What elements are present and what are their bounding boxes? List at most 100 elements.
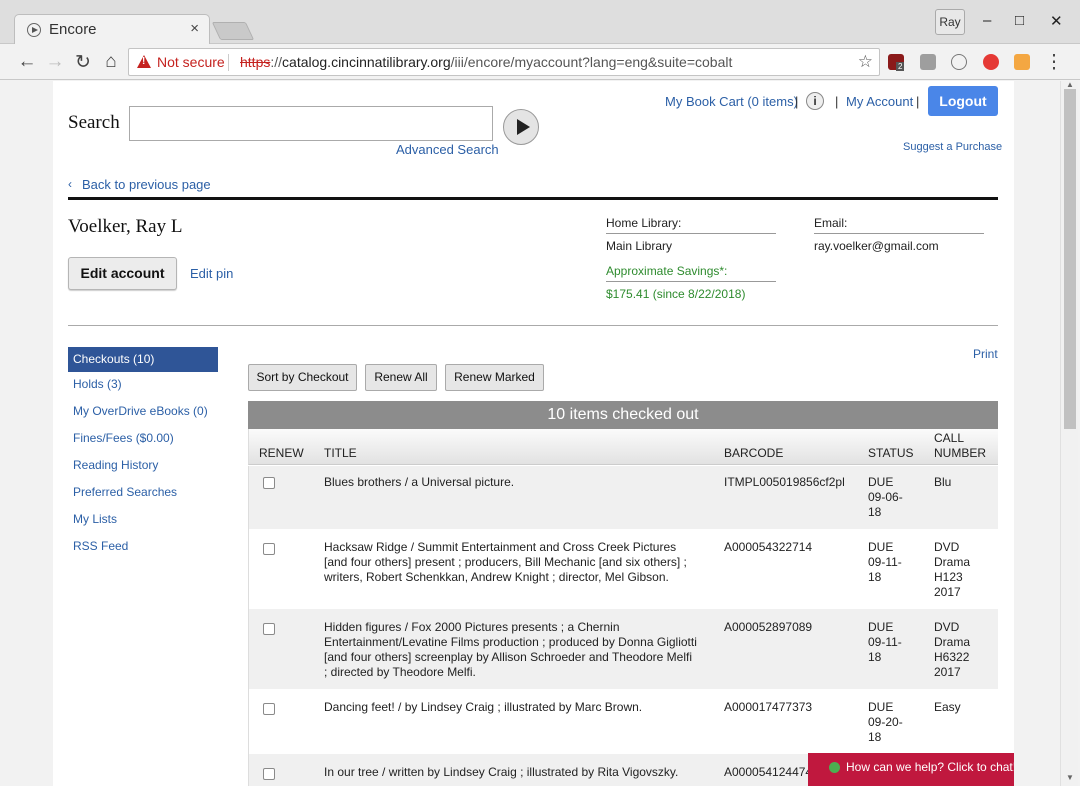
ublock-extension-icon[interactable]: 2 (888, 54, 905, 71)
item-title-link[interactable]: [and four others] present ; producers, B… (324, 555, 687, 570)
my-account-link[interactable]: My Account (846, 94, 913, 109)
item-title-link[interactable]: Dancing feet! / by Lindsey Craig ; illus… (324, 700, 642, 715)
scroll-down-arrow-icon[interactable]: ▼ (1066, 773, 1074, 782)
item-status: 09-06- (868, 490, 903, 504)
toolbox-extension-icon[interactable] (1014, 54, 1030, 70)
info-icon[interactable]: i (806, 92, 824, 110)
sidebar-item-preferred-searches[interactable]: Preferred Searches (68, 480, 218, 507)
item-call-number: 2017 (934, 585, 961, 599)
sidebar-item-overdrive[interactable]: My OverDrive eBooks (0) (68, 399, 218, 426)
item-call-number: Blu (934, 475, 952, 489)
tab-title: Encore (49, 21, 97, 38)
item-status: DUE (868, 475, 894, 489)
minimize-button[interactable]: – (983, 12, 991, 29)
patron-name: Voelker, Ray L (68, 216, 183, 237)
page-content: Search Advanced Search My Book Cart (0 i… (53, 81, 1014, 786)
online-status-icon (829, 762, 840, 773)
sort-by-checkout-button[interactable]: Sort by Checkout (248, 364, 357, 391)
sidebar-item-my-lists[interactable]: My Lists (68, 507, 218, 534)
sidebar-item-reading-history[interactable]: Reading History (68, 453, 218, 480)
warning-triangle-icon (137, 55, 151, 68)
sidebar-item-fines[interactable]: Fines/Fees ($0.00) (68, 426, 218, 453)
table-row: Hacksaw Ridge / Summit Entertainment and… (248, 529, 998, 609)
extension-badge: 2 (896, 62, 905, 71)
separator: | (835, 94, 839, 109)
not-secure-label[interactable]: Not secure (157, 54, 225, 70)
move-extension-icon[interactable] (951, 54, 967, 70)
sidebar-item-holds[interactable]: Holds (3) (68, 372, 218, 399)
item-status: 09-11- (868, 635, 902, 649)
renew-checkbox[interactable] (263, 477, 275, 489)
advanced-search-link[interactable]: Advanced Search (396, 142, 499, 157)
item-call-number: DVD (934, 540, 960, 554)
item-title-link[interactable]: Hidden figures / Fox 2000 Pictures prese… (324, 620, 620, 635)
email-label: Email: (814, 216, 984, 234)
renew-checkbox[interactable] (263, 623, 275, 635)
item-barcode: ITMPL005019856cf2pl (724, 475, 845, 489)
search-input[interactable] (129, 106, 493, 141)
back-link[interactable]: Back to previous page (82, 177, 211, 192)
book-cart-link[interactable]: My Book Cart (0 items) (665, 94, 798, 109)
item-call-number: H6322 (934, 650, 970, 664)
maximize-button[interactable]: □ (1015, 12, 1024, 29)
item-title-link[interactable]: [and four others] screenplay by Allison … (324, 650, 692, 665)
item-barcode: A000054322714 (724, 540, 813, 554)
item-call-number: 2017 (934, 665, 961, 679)
profile-button[interactable]: Ray (935, 9, 965, 35)
column-header-call-number-line1: CALL (934, 431, 965, 445)
chat-widget-button[interactable]: How can we help? Click to chat! (808, 753, 1014, 786)
browser-tab[interactable]: Encore × (14, 14, 210, 44)
new-tab-button[interactable] (211, 22, 255, 40)
item-title-link[interactable]: ; directed by Theodore Melfi. (324, 665, 476, 680)
item-call-number: Drama (934, 555, 971, 569)
column-header-title: TITLE (324, 446, 357, 460)
item-title-link[interactable]: Entertainment/Levatine Films production … (324, 635, 697, 650)
upload-extension-icon[interactable] (983, 54, 999, 70)
sidebar-item-rss-feed[interactable]: RSS Feed (68, 534, 218, 561)
chat-label: How can we help? Click to chat! (846, 760, 1014, 774)
reload-icon[interactable]: ↻ (72, 51, 94, 74)
renew-checkbox[interactable] (263, 703, 275, 715)
item-title: Blues brothers / a Universal picture. (324, 475, 515, 489)
scroll-up-arrow-icon[interactable]: ▲ (1066, 80, 1074, 89)
suggest-purchase-link[interactable]: Suggest a Purchase (903, 141, 1002, 153)
close-window-button[interactable]: ✕ (1050, 12, 1063, 30)
renew-checkbox[interactable] (263, 543, 275, 555)
edit-account-button[interactable]: Edit account (68, 257, 177, 290)
browser-tabstrip: Encore × Ray – □ ✕ (0, 0, 1080, 44)
item-call-number: DVD (934, 620, 960, 634)
item-title-link[interactable]: In our tree / written by Lindsey Craig ;… (324, 765, 678, 780)
renew-checkbox[interactable] (263, 768, 275, 780)
page-scrollbar[interactable]: ▲ ▼ (1060, 80, 1078, 786)
renew-marked-button[interactable]: Renew Marked (445, 364, 544, 391)
menu-dots-icon[interactable]: ⋮ (1043, 51, 1065, 74)
star-outline-icon[interactable]: ☆ (858, 52, 873, 72)
home-icon[interactable]: ⌂ (100, 51, 122, 73)
forward-arrow-icon[interactable]: → (44, 51, 66, 73)
item-title-link[interactable]: Hacksaw Ridge / Summit Entertainment and… (324, 540, 676, 555)
item-barcode: A000017477373 (724, 700, 813, 714)
account-sidebar: Checkouts (10) Holds (3) My OverDrive eB… (68, 347, 218, 561)
column-header-barcode: BARCODE (724, 446, 784, 460)
renew-all-button[interactable]: Renew All (365, 364, 437, 391)
separator: | (916, 94, 920, 109)
tab-close-icon[interactable]: × (190, 20, 199, 37)
edit-pin-link[interactable]: Edit pin (190, 266, 233, 281)
print-link[interactable]: Print (973, 347, 998, 361)
table-row: Blues brothers / a Universal picture. IT… (248, 466, 998, 529)
item-title-link[interactable]: writers, Robert Schenkkan, Andrew Knight… (324, 570, 669, 585)
table-row: Hidden figures / Fox 2000 Pictures prese… (248, 609, 998, 689)
back-arrow-icon[interactable]: ← (16, 51, 38, 73)
column-header-status: STATUS (868, 446, 914, 460)
item-status: 18 (868, 570, 882, 584)
logout-button[interactable]: Logout (928, 86, 998, 116)
sidebar-item-checkouts[interactable]: Checkouts (10) (68, 347, 218, 372)
address-bar[interactable]: Not secure https://catalog.cincinnatilib… (128, 48, 880, 76)
divider (68, 325, 998, 326)
item-status: DUE (868, 700, 894, 714)
search-go-button[interactable] (503, 109, 539, 145)
item-status: 18 (868, 730, 882, 744)
url-text[interactable]: https://catalog.cincinnatilibrary.org/ii… (240, 54, 732, 70)
scrollbar-thumb[interactable] (1064, 89, 1076, 429)
css-extension-icon[interactable] (920, 54, 936, 70)
